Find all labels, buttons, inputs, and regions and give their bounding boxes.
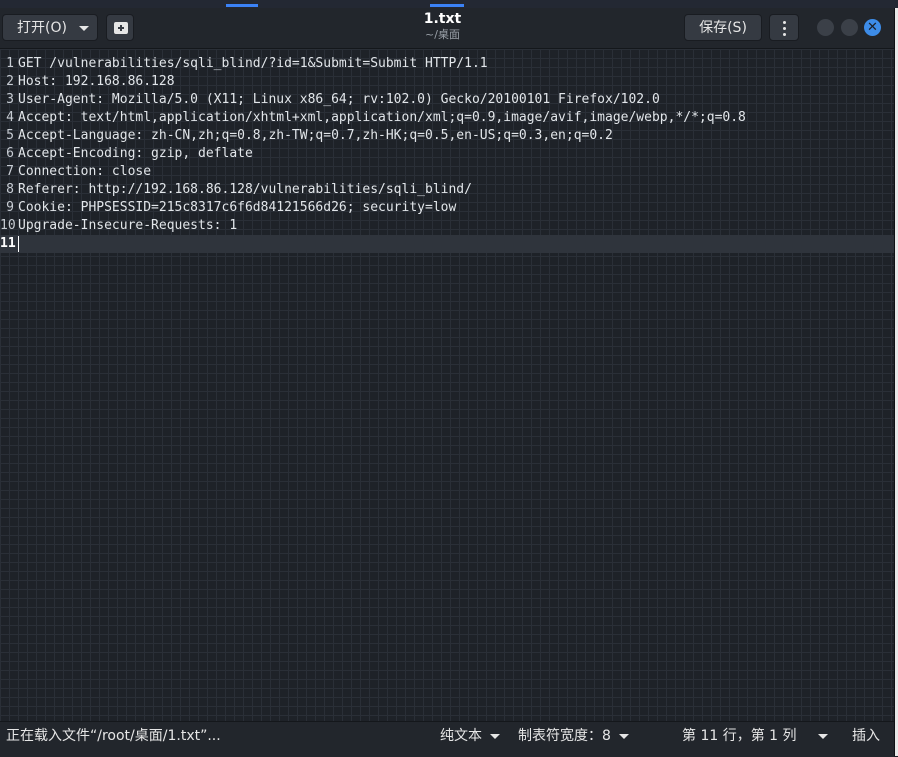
line-text: Referer: http://192.168.86.128/vulnerabi…	[18, 182, 472, 197]
close-icon: ✕	[867, 20, 878, 35]
open-button-label: 打开(O)	[17, 20, 67, 36]
line-number: 4	[6, 110, 14, 125]
chevron-down-icon	[79, 26, 89, 31]
tab-width-selector[interactable]: 制表符宽度：8	[518, 722, 629, 750]
line-number: 8	[6, 182, 14, 197]
status-message: 正在载入文件“/root/桌面/1.txt”...	[6, 728, 221, 744]
file-name: 1.txt	[423, 11, 462, 27]
chevron-down-icon[interactable]	[818, 734, 828, 739]
line-number: 6	[6, 146, 14, 161]
line-text: Host: 192.168.86.128	[18, 74, 175, 89]
code-line[interactable]: 2 Host: 192.168.86.128	[0, 73, 894, 91]
current-line[interactable]: 11	[0, 235, 894, 253]
line-number: 3	[6, 92, 14, 107]
kebab-menu-icon	[783, 21, 786, 24]
line-text: GET /vulnerabilities/sqli_blind/?id=1&Su…	[18, 56, 488, 71]
code-line[interactable]: 10 Upgrade-Insecure-Requests: 1	[0, 217, 894, 235]
syntax-label: 纯文本	[440, 728, 482, 744]
chevron-down-icon	[490, 733, 500, 739]
kebab-menu-icon	[783, 27, 786, 30]
background-window-strip	[0, 0, 898, 8]
code-line[interactable]: 1 GET /vulnerabilities/sqli_blind/?id=1&S…	[0, 55, 894, 73]
code-line[interactable]: 5 Accept-Language: zh-CN,zh;q=0.8,zh-TW;q…	[0, 127, 894, 145]
line-number: 11	[0, 236, 16, 251]
text-editor-window: 打开(O) 1.txt ~/桌面 保存(S) ✕ 1 GET /vulnerabi…	[0, 8, 895, 757]
minimize-button[interactable]	[817, 19, 834, 36]
line-number: 7	[6, 164, 14, 179]
new-tab-icon	[114, 22, 128, 34]
line-number: 5	[6, 128, 14, 143]
text-editor-area[interactable]: 1 GET /vulnerabilities/sqli_blind/?id=1&S…	[0, 49, 894, 721]
code-line[interactable]: 9 Cookie: PHPSESSID=215c8317c6f6d84121566…	[0, 199, 894, 217]
cursor-position-label: 第 11 行，第 1 列	[682, 728, 797, 744]
line-text: Upgrade-Insecure-Requests: 1	[18, 218, 238, 233]
close-button[interactable]: ✕	[864, 19, 881, 36]
cursor-position[interactable]: 第 11 行，第 1 列	[682, 722, 797, 750]
tab-width-label: 制表符宽度：8	[518, 728, 611, 744]
menu-button[interactable]	[769, 14, 799, 41]
line-number: 9	[6, 200, 14, 215]
syntax-selector[interactable]: 纯文本	[440, 722, 500, 750]
text-cursor	[18, 236, 19, 252]
code-line[interactable]: 7 Connection: close	[0, 163, 894, 181]
maximize-button[interactable]	[841, 19, 858, 36]
line-text: User-Agent: Mozilla/5.0 (X11; Linux x86_…	[18, 92, 660, 107]
code-line[interactable]: 4 Accept: text/html,application/xhtml+xml…	[0, 109, 894, 127]
kebab-menu-icon	[783, 33, 786, 36]
open-button[interactable]: 打开(O)	[2, 14, 98, 41]
file-path: ~/桌面	[425, 28, 460, 41]
code-line[interactable]: 8 Referer: http://192.168.86.128/vulnerab…	[0, 181, 894, 199]
code-line[interactable]: 3 User-Agent: Mozilla/5.0 (X11; Linux x86…	[0, 91, 894, 109]
line-number: 10	[0, 218, 16, 233]
save-button-label: 保存(S)	[699, 20, 747, 36]
line-text: Cookie: PHPSESSID=215c8317c6f6d84121566d…	[18, 200, 457, 215]
new-tab-button[interactable]	[106, 14, 134, 41]
background-tab-indicator	[430, 4, 464, 7]
code-line[interactable]: 6 Accept-Encoding: gzip, deflate	[0, 145, 894, 163]
save-button[interactable]: 保存(S)	[684, 14, 762, 41]
line-text: Accept: text/html,application/xhtml+xml,…	[18, 110, 746, 125]
line-text: Connection: close	[18, 164, 152, 179]
line-text: Accept-Language: zh-CN,zh;q=0.8,zh-TW;q=…	[18, 128, 613, 143]
line-text: Accept-Encoding: gzip, deflate	[18, 146, 253, 161]
line-number: 1	[6, 56, 14, 71]
chevron-down-icon	[618, 733, 629, 739]
window-title: 1.txt ~/桌面	[340, 10, 545, 42]
background-tab-indicator	[226, 4, 258, 7]
line-number: 2	[6, 74, 14, 89]
header-bar: 打开(O) 1.txt ~/桌面 保存(S) ✕	[0, 8, 894, 49]
insert-mode-indicator[interactable]: 插入	[852, 722, 880, 750]
status-bar: 正在载入文件“/root/桌面/1.txt”... 纯文本 制表符宽度：8 第 …	[0, 721, 894, 757]
